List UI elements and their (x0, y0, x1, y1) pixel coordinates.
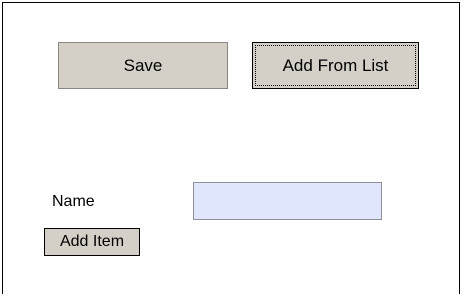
add-from-list-label: Add From List (282, 55, 389, 75)
name-input[interactable] (193, 182, 382, 220)
name-label: Name (52, 193, 95, 210)
add-item-button[interactable]: Add Item (44, 228, 140, 256)
main-panel: Save Add From List Name Add Item (2, 2, 460, 294)
save-button-label: Save (123, 55, 163, 75)
add-from-list-button[interactable]: Add From List (252, 42, 419, 89)
save-button[interactable]: Save (58, 42, 228, 89)
add-item-label: Add Item (59, 233, 125, 250)
